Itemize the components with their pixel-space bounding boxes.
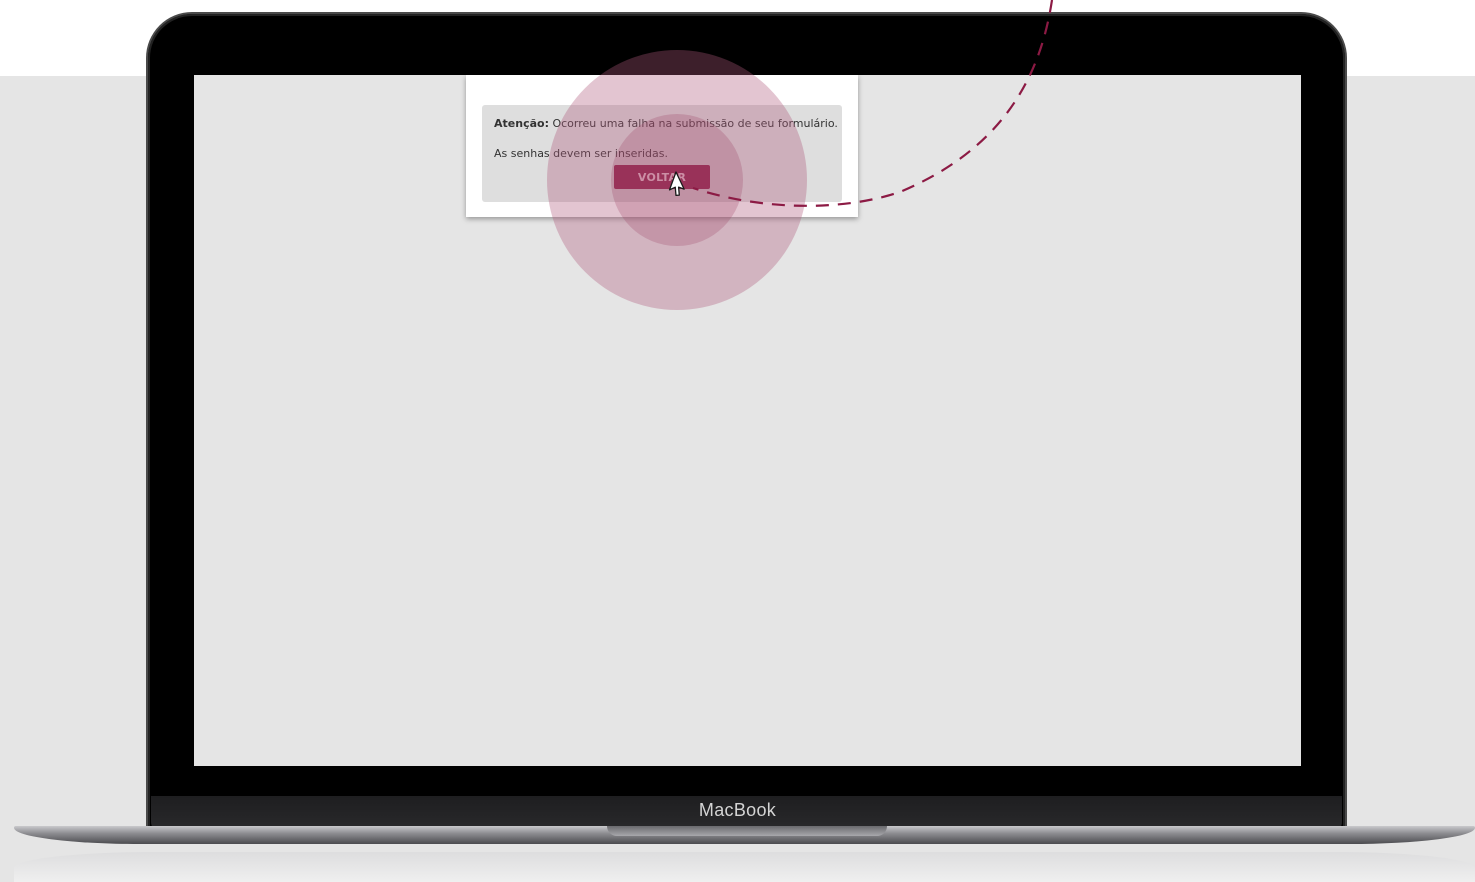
error-alert: Atenção: Ocorreu uma falha na submissão … xyxy=(482,105,842,202)
back-button[interactable]: VOLTAR xyxy=(614,165,710,189)
laptop-reflection xyxy=(14,852,1475,882)
mockup-stage: MacBook Atenção: Ocorreu uma falha na su… xyxy=(0,0,1475,882)
alert-message-line: Atenção: Ocorreu uma falha na submissão … xyxy=(494,117,838,130)
alert-title: Atenção: xyxy=(494,117,549,130)
alert-detail: As senhas devem ser inseridas. xyxy=(494,147,668,160)
device-brand-label: MacBook xyxy=(698,800,777,820)
laptop-notch xyxy=(607,826,887,836)
error-dialog: Atenção: Ocorreu uma falha na submissão … xyxy=(466,75,858,217)
alert-message: Ocorreu uma falha na submissão de seu fo… xyxy=(552,117,838,130)
screen: Atenção: Ocorreu uma falha na submissão … xyxy=(194,75,1301,766)
